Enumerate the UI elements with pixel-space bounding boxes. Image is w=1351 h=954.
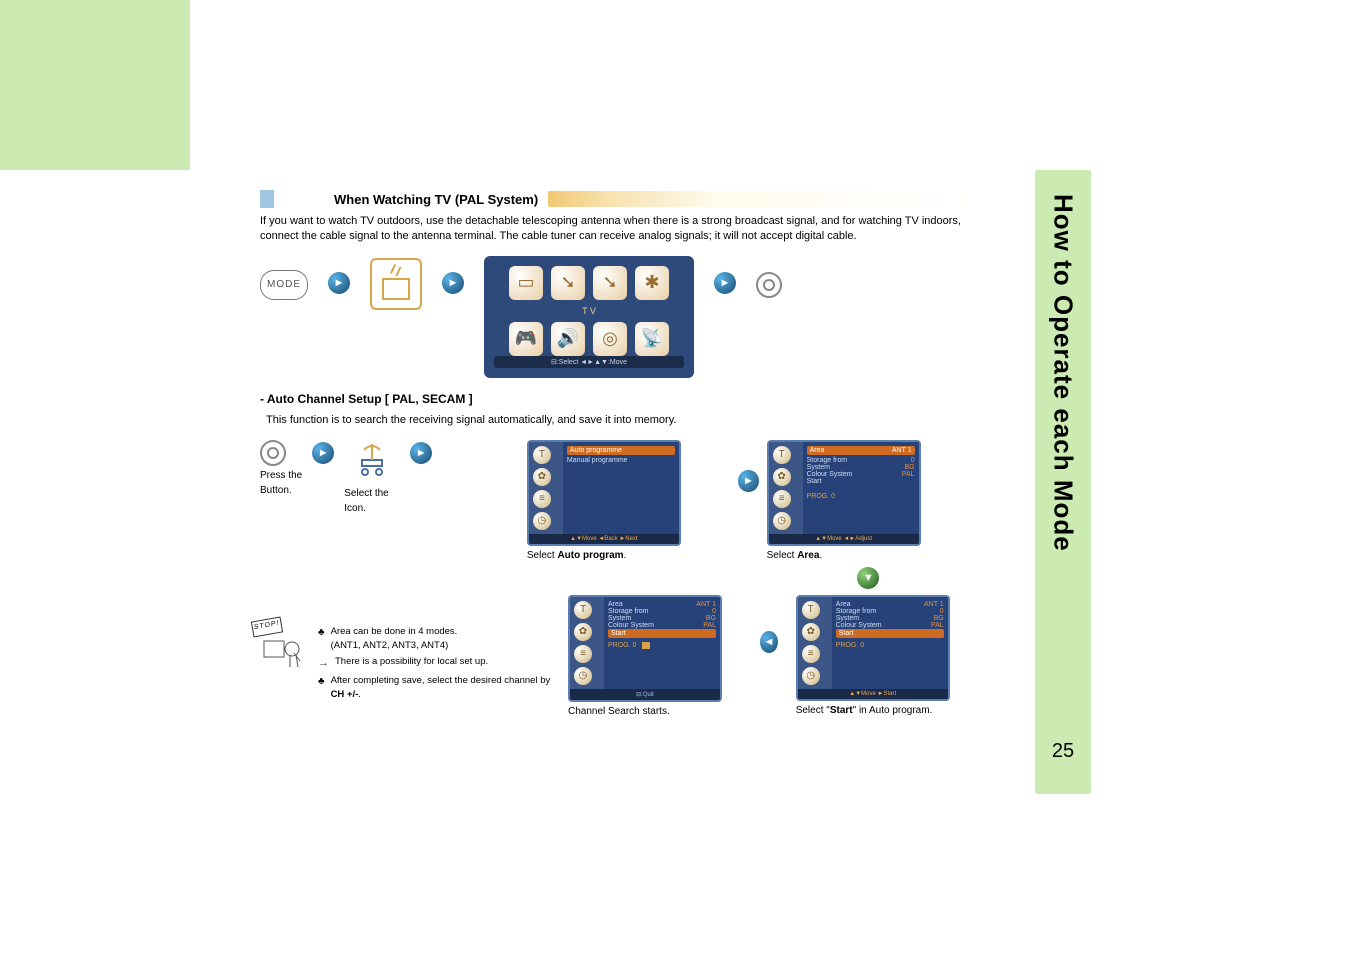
press-label-2: Button. bbox=[260, 485, 302, 496]
note1-line2: (ANT1, ANT2, ANT3, ANT4) bbox=[331, 640, 449, 651]
install-icon: T bbox=[802, 601, 820, 619]
arrow-right-icon bbox=[410, 442, 432, 464]
club-bullet-icon bbox=[318, 625, 325, 640]
menu-footer: ⊟:Select ◄►▲▼:Move bbox=[494, 356, 684, 368]
picture-icon: ✿ bbox=[574, 623, 592, 641]
osd3-caption: Select "Start" in Auto program. bbox=[796, 705, 970, 716]
osd1-line: Manual programme bbox=[567, 457, 675, 464]
enter-button-icon bbox=[756, 272, 782, 298]
osd3-footer: ▲▼Move ►Start bbox=[798, 689, 948, 699]
progress-bar bbox=[642, 642, 650, 649]
antenna-icon: 📡 bbox=[635, 322, 669, 356]
osd-search: T ✿ ≡ ◷ AreaANT 1 Storage from0 SystemBG… bbox=[568, 595, 722, 702]
input2-icon: ➘ bbox=[593, 266, 627, 300]
arrow-left-icon bbox=[760, 631, 777, 653]
page-number: 25 bbox=[1041, 740, 1085, 763]
sound-icon: ≡ bbox=[773, 490, 791, 508]
osd-auto-program: T ✿ ≡ ◷ Auto programme Manual programme … bbox=[527, 440, 681, 546]
sound-icon: ≡ bbox=[574, 645, 592, 663]
menu-row-2: 🎮 🔊 ◎ 📡 bbox=[494, 322, 684, 356]
note-lines: Area can be done in 4 modes. (ANT1, ANT2… bbox=[318, 625, 560, 705]
auto-setup-row-2: STOP! Area can be done in 4 modes. (ANT1… bbox=[260, 595, 970, 717]
arrow-right-icon bbox=[738, 470, 758, 492]
stop-illustration: STOP! bbox=[260, 625, 310, 665]
osd4-caption: Channel Search starts. bbox=[568, 706, 742, 717]
subsection-title: - Auto Channel Setup [ PAL, SECAM ] bbox=[260, 392, 970, 406]
osd4-footer: ⊟:Quit bbox=[570, 689, 720, 700]
arrow-down-icon bbox=[857, 567, 879, 589]
heading-marker bbox=[260, 190, 274, 208]
content: When Watching TV (PAL System) If you wan… bbox=[260, 190, 970, 717]
picture-icon: ✿ bbox=[773, 468, 791, 486]
install-icon: T bbox=[533, 446, 551, 464]
input1-icon: ➘ bbox=[551, 266, 585, 300]
main-menu-panel: ▭ ➘ ➘ ✱ T V 🎮 🔊 ◎ 📡 ⊟:Select ◄►▲▼:Move bbox=[484, 256, 694, 378]
menu-row-1: ▭ ➘ ➘ ✱ bbox=[494, 266, 684, 300]
camera-icon: ◎ bbox=[593, 322, 627, 356]
audio-icon: 🔊 bbox=[551, 322, 585, 356]
mode-button: MODE bbox=[260, 270, 308, 300]
arrow-right-icon bbox=[442, 272, 464, 294]
game-icon: 🎮 bbox=[509, 322, 543, 356]
club-bullet-icon bbox=[318, 674, 325, 689]
osd2-caption: Select Area. bbox=[767, 550, 970, 561]
note-box: STOP! Area can be done in 4 modes. (ANT1… bbox=[260, 625, 560, 705]
subsection-desc: This function is to search the receiving… bbox=[266, 414, 970, 426]
arrow-bullet-icon bbox=[318, 655, 329, 672]
heading-gradient bbox=[548, 191, 970, 207]
intro-paragraph: If you want to watch TV outdoors, use th… bbox=[260, 214, 970, 244]
osd-area: T ✿ ≡ ◷ AreaANT 1 Storage from0 SystemBG… bbox=[767, 440, 921, 546]
osd1-caption: Select Auto program. bbox=[527, 550, 730, 561]
star-icon: ✱ bbox=[635, 266, 669, 300]
sound-icon: ≡ bbox=[533, 490, 551, 508]
note1-line1: Area can be done in 4 modes. bbox=[331, 626, 458, 637]
section-heading-bar: When Watching TV (PAL System) bbox=[260, 190, 970, 208]
install-icon: T bbox=[773, 446, 791, 464]
auto-setup-row-1: Press the Button. Select the bbox=[260, 440, 970, 589]
side-tab-title: How to Operate each Mode bbox=[1048, 194, 1079, 552]
press-label-1: Press the bbox=[260, 470, 302, 481]
menu-mode-label: T V bbox=[494, 306, 684, 316]
tv-mode-icon bbox=[370, 258, 422, 310]
manual-page: How to Operate each Mode 25 When Watchin… bbox=[0, 0, 1351, 954]
osd1-footer: ▲▼Move ◄Back ►Next bbox=[529, 534, 679, 544]
setup-icon bbox=[350, 440, 394, 484]
picture-icon: ✿ bbox=[533, 468, 551, 486]
osd1-highlight: Auto programme bbox=[570, 447, 622, 454]
time-icon: ◷ bbox=[773, 512, 791, 530]
sound-icon: ≡ bbox=[802, 645, 820, 663]
osd-start: T ✿ ≡ ◷ AreaANT 1 Storage from0 SystemBG… bbox=[796, 595, 950, 701]
enter-button-icon bbox=[260, 440, 286, 466]
select-label-2: Icon. bbox=[344, 503, 400, 514]
tv-icon: ▭ bbox=[509, 266, 543, 300]
arrow-right-icon bbox=[714, 272, 736, 294]
time-icon: ◷ bbox=[802, 667, 820, 685]
osd2-footer: ▲▼Move ◄►Adjust bbox=[769, 534, 919, 544]
time-icon: ◷ bbox=[533, 512, 551, 530]
arrow-right-icon bbox=[328, 272, 350, 294]
side-tab: How to Operate each Mode bbox=[1035, 170, 1091, 794]
top-left-green-block bbox=[0, 0, 190, 170]
step-row-top: MODE ▭ ➘ ➘ ✱ T V 🎮 🔊 ◎ 📡 ⊟:Select ◄ bbox=[260, 256, 970, 378]
note2: There is a possibility for local set up. bbox=[335, 655, 488, 669]
section-title: When Watching TV (PAL System) bbox=[334, 192, 538, 207]
install-icon: T bbox=[574, 601, 592, 619]
select-label-1: Select the bbox=[344, 488, 400, 499]
time-icon: ◷ bbox=[574, 667, 592, 685]
arrow-right-icon bbox=[312, 442, 334, 464]
picture-icon: ✿ bbox=[802, 623, 820, 641]
